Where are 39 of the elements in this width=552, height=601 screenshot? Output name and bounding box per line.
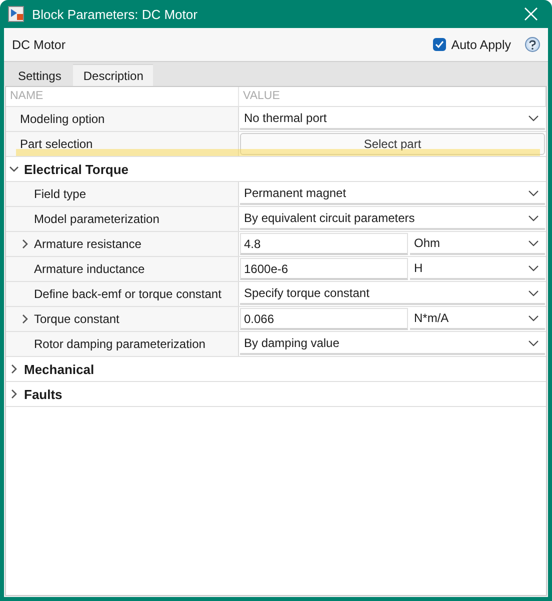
parameter-name: Torque constant	[34, 312, 120, 326]
caret-icon	[528, 340, 539, 346]
caret-icon	[528, 214, 539, 222]
caret-icon	[528, 314, 539, 322]
help-icon[interactable]	[525, 37, 540, 52]
chevron-right-icon[interactable]	[20, 314, 30, 324]
auto-apply-label: Auto Apply	[451, 38, 511, 52]
group-title[interactable]: Electrical Torque	[24, 162, 129, 176]
parameter-name: Part selection	[20, 137, 93, 151]
parameter-name: Modeling option	[20, 112, 105, 126]
chevron-right-icon[interactable]	[20, 239, 30, 249]
tab[interactable]: Description	[73, 64, 154, 86]
parameter-name: Rotor damping parameterization	[34, 337, 206, 351]
block-icon	[8, 6, 24, 22]
parameter-name: Armature resistance	[34, 237, 142, 251]
column-header: NAME	[6, 87, 239, 106]
column-header: VALUE	[239, 87, 546, 106]
parameter-name: Model parameterization	[34, 212, 160, 226]
block-name: DC Motor	[12, 38, 66, 52]
caret-icon	[528, 190, 539, 196]
caret-icon	[528, 264, 539, 272]
value-field[interactable]: 1600e-6	[240, 258, 408, 280]
value-field[interactable]: 4.8	[240, 233, 408, 255]
parameter-name: Armature inductance	[34, 262, 145, 276]
group-title[interactable]: Faults	[24, 386, 62, 402]
chevron-down-icon[interactable]	[9, 164, 19, 174]
close-icon[interactable]	[524, 7, 538, 21]
window-title: Block Parameters: DC Motor	[32, 6, 198, 22]
group-title[interactable]: Mechanical	[24, 362, 94, 376]
parameter-name: Define back-emf or torque constant	[34, 287, 222, 301]
caret-icon	[528, 240, 539, 246]
auto-apply-checkbox[interactable]	[433, 38, 446, 51]
chevron-right-icon[interactable]	[9, 389, 19, 399]
select-part-button[interactable]: Select part	[240, 133, 545, 155]
parameter-name: Field type	[34, 187, 86, 201]
value-field[interactable]: 0.066	[240, 308, 408, 330]
chevron-right-icon[interactable]	[9, 364, 19, 374]
caret-icon	[528, 290, 539, 296]
caret-icon	[528, 114, 539, 122]
